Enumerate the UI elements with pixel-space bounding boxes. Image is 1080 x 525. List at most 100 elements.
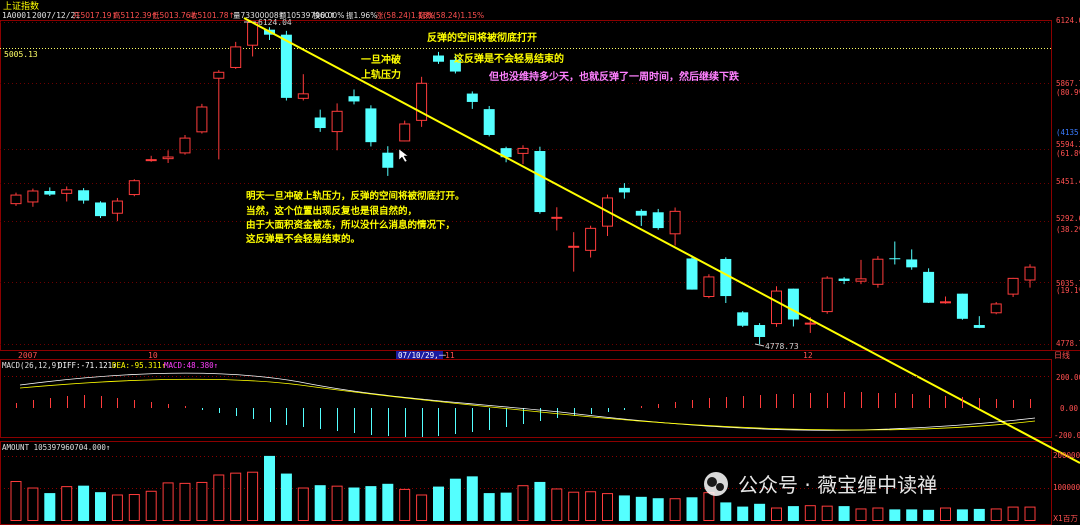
volume-bar <box>196 481 208 522</box>
volume-bar <box>517 485 529 522</box>
x-axis-labels: 2007 10 07/10/29,一 11 12 日线 <box>18 350 1070 360</box>
volume-bar <box>230 472 242 522</box>
price-y-label: (80.9%) <box>1056 88 1080 97</box>
volume-bar <box>179 482 191 521</box>
volume-bar <box>855 508 867 522</box>
volume-bar <box>280 473 292 521</box>
readout-item: 收5101.78↑ <box>190 10 235 20</box>
volume-unit: X1百万 <box>1053 514 1078 523</box>
high-marker-label: 6124.04 <box>258 18 292 27</box>
candle-body <box>889 258 901 260</box>
volume-bar <box>416 494 428 521</box>
candle-body <box>348 96 360 102</box>
price-y-axis: 6124.0 5867.7(80.9%) (4135) 5594.36(61.8%) 5… <box>1056 16 1080 348</box>
volume-bar <box>973 508 985 521</box>
price-y-label: (38.2%) <box>1056 225 1080 234</box>
price-y-label: (61.8%) <box>1056 149 1080 158</box>
price-grid <box>0 22 1051 345</box>
macd-y-neg200: -200.00 <box>1054 431 1080 440</box>
candle-body <box>804 322 816 325</box>
volume-bar <box>906 509 918 521</box>
candle-body <box>145 159 157 162</box>
volume-bar <box>128 494 140 521</box>
volume-bar <box>838 506 850 521</box>
volume-bar <box>771 507 782 522</box>
x-label-12: 12 <box>803 351 813 360</box>
candle-body <box>923 271 935 303</box>
candle-body <box>990 303 1002 314</box>
trend-line <box>243 17 1080 464</box>
volume-bar <box>111 494 123 521</box>
volume-bar <box>551 488 563 522</box>
mouse-cursor-icon <box>398 148 409 163</box>
price-y-label: 5594.36 <box>1056 140 1080 149</box>
volume-bar <box>821 505 833 521</box>
volume-bar <box>602 493 613 522</box>
candle-body <box>78 190 90 201</box>
candle-body <box>280 34 292 98</box>
reference-line-label: 5005.13 <box>4 50 38 59</box>
volume-bar <box>1024 506 1036 521</box>
volume-bar <box>61 486 73 521</box>
volume-bar <box>990 508 1002 522</box>
candle-body <box>771 290 782 325</box>
volume-bar <box>686 497 698 521</box>
candle-body <box>44 190 56 195</box>
candle-body <box>433 55 444 62</box>
candle-body <box>652 212 664 229</box>
note-line-3: 由于大面积资金被冻，所以没什么消息的情况下， <box>246 219 455 231</box>
x-label-2007: 2007 <box>18 351 37 360</box>
candle-body <box>551 216 563 219</box>
candle-body <box>128 180 140 196</box>
kline-chart[interactable]: 上证指数 1A0001 2007/12/21 开5017.19↑高5112.39… <box>0 0 1080 525</box>
volume-bar <box>804 505 816 522</box>
candle-body <box>821 277 833 313</box>
price-y-label: 5292.6 <box>1056 214 1080 223</box>
candle-body <box>10 194 22 205</box>
candle-body <box>669 210 681 235</box>
volume-bar <box>297 487 309 521</box>
macd-diff-value: DIFF:-71.121↑ <box>58 361 117 370</box>
candle-body <box>1007 277 1019 295</box>
candle-body <box>703 276 715 298</box>
period-label[interactable]: 日线 <box>1054 350 1070 360</box>
price-y-label: (4135) <box>1056 128 1080 137</box>
candle-body <box>297 93 309 99</box>
volume-bar <box>95 492 106 521</box>
x-label-11: 11 <box>445 351 455 360</box>
candle-body <box>737 312 749 326</box>
volume-bar <box>500 492 512 521</box>
volume-bar <box>10 481 22 522</box>
volume-bar <box>720 502 732 521</box>
price-y-label: 5451.4 <box>1056 177 1080 186</box>
candle-body <box>568 245 580 248</box>
candle-body <box>838 278 850 281</box>
macd-dea-value: DEA:-95.311↑ <box>112 361 166 370</box>
macd-histogram-value: MACD:48.380↑ <box>164 361 218 370</box>
volume-bar <box>669 498 681 521</box>
candle-body <box>213 71 225 79</box>
volume-bar <box>449 478 461 521</box>
macd-label: MACD(26,12,9) <box>2 361 61 370</box>
macd-dea-line <box>19 378 1036 431</box>
candle-body <box>618 187 630 193</box>
wechat-icon-bubble-1 <box>707 477 717 487</box>
volume-bar <box>635 496 647 521</box>
volume-bar <box>872 507 884 522</box>
candle-body <box>111 200 123 214</box>
macd-y-0: 0.00 <box>1060 404 1079 413</box>
price-y-label: (19.1%) <box>1056 286 1080 295</box>
volume-bar <box>585 491 597 521</box>
candle-body <box>940 301 951 304</box>
annotation-breakout-1: 一旦冲破 <box>361 53 401 66</box>
candle-body <box>466 93 478 102</box>
volume-bar <box>247 471 259 521</box>
volume-bar <box>78 485 90 521</box>
volume-bar <box>737 506 749 521</box>
volume-bar <box>27 487 39 521</box>
volume-bar <box>754 503 766 521</box>
volume-bar <box>652 498 664 521</box>
readout-item: 指数(58.24)1.15% <box>418 10 484 20</box>
candle-body <box>196 106 208 133</box>
volume-bar <box>956 509 968 521</box>
